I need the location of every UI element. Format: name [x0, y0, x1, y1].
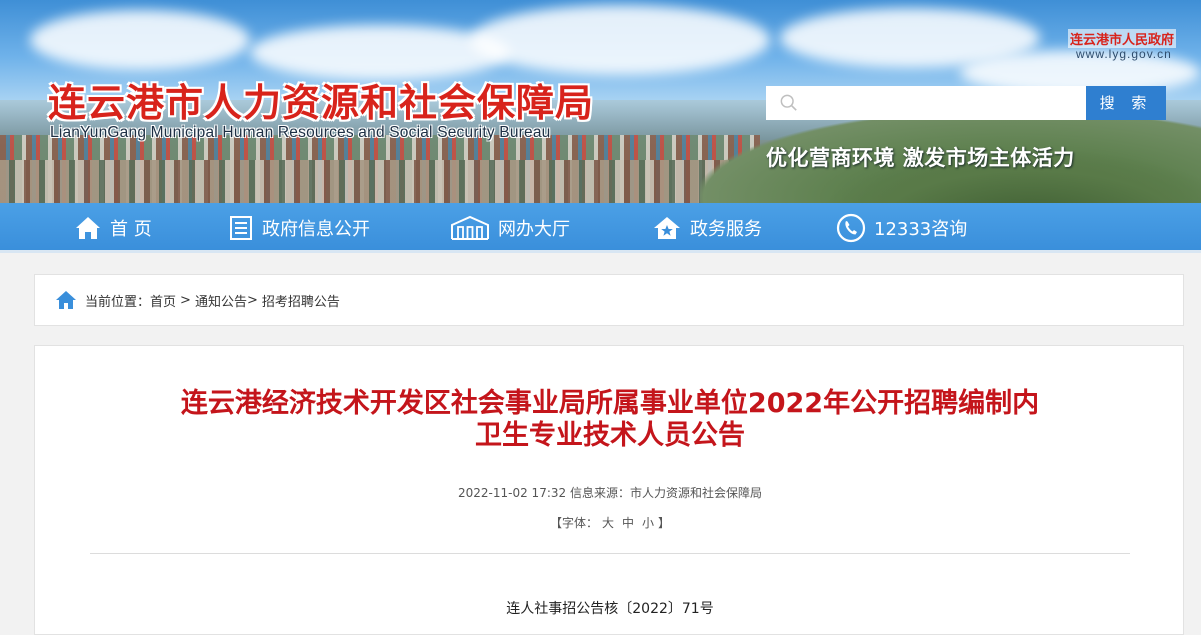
publish-date: 2022-11-02 17:32	[458, 486, 567, 500]
font-size-close: 】	[658, 516, 671, 530]
breadcrumb: 当前位置： 首页 > 通知公告 > 招考招聘公告	[34, 274, 1184, 326]
site-subtitle: LianYunGang Municipal Human Resources an…	[50, 124, 551, 141]
nav-label: 12333咨询	[874, 219, 968, 240]
font-size-small-button[interactable]: 小	[642, 516, 654, 530]
nav-item-hotline[interactable]: 12333咨询	[836, 203, 967, 253]
font-size-open: 【字体：	[549, 516, 598, 530]
document-number: 连人社事招公告核〔2022〕71号	[506, 601, 714, 617]
breadcrumb-separator: >	[180, 292, 191, 308]
search-icon	[780, 94, 797, 111]
nav-item-online-hall[interactable]: 网办大厅	[450, 203, 570, 253]
divider	[90, 553, 1130, 554]
nav-item-services[interactable]: 政务服务	[652, 203, 762, 253]
banner-cloud	[470, 5, 770, 75]
search-button[interactable]: 搜 索	[1086, 86, 1166, 120]
nav-label: 政府信息公开	[262, 219, 370, 240]
nav-item-gov-info[interactable]: 政府信息公开	[228, 203, 370, 253]
house-star-icon	[654, 217, 680, 239]
article-title-line: 连云港经济技术开发区社会事业局所属事业单位2022年公开招聘编制内	[180, 388, 1040, 419]
nav-label: 首 页	[110, 219, 152, 240]
source-value: 市人力资源和社会保障局	[629, 486, 762, 500]
breadcrumb-item-home[interactable]: 首页	[150, 291, 176, 310]
building-icon	[451, 215, 489, 240]
search-input[interactable]	[766, 86, 1086, 120]
nav-label: 政务服务	[690, 219, 762, 240]
gov-url[interactable]: www.lyg.gov.cn	[1076, 47, 1172, 61]
phone-icon	[836, 213, 866, 243]
slogan: 优化营商环境 激发市场主体活力	[766, 146, 1075, 170]
font-size-medium-button[interactable]: 中	[622, 516, 634, 530]
home-icon	[76, 217, 100, 239]
header-banner: 连云港市人力资源和社会保障局 LianYunGang Municipal Hum…	[0, 0, 1201, 203]
site-title: 连云港市人力资源和社会保障局	[48, 81, 595, 125]
article-panel: 连云港经济技术开发区社会事业局所属事业单位2022年公开招聘编制内 卫生专业技术…	[34, 345, 1184, 635]
gov-link[interactable]: 连云港市人民政府	[1068, 29, 1177, 48]
source-label: 信息来源：	[569, 486, 630, 500]
main-nav: 首 页 政府信息公开 网办大厅 政务服务 12333咨询	[0, 203, 1201, 253]
article-meta: 2022-11-02 17:32 信息来源：市人力资源和社会保障局	[35, 484, 1185, 501]
breadcrumb-separator: >	[246, 292, 258, 308]
nav-label: 网办大厅	[498, 219, 570, 240]
font-size-large-button[interactable]: 大	[602, 516, 614, 530]
article-title: 连云港经济技术开发区社会事业局所属事业单位2022年公开招聘编制内 卫生专业技术…	[95, 388, 1125, 452]
breadcrumb-item-recruitment[interactable]: 招考招聘公告	[262, 291, 340, 310]
article-title-line: 卫生专业技术人员公告	[475, 420, 745, 451]
breadcrumb-item-notices[interactable]: 通知公告	[195, 291, 247, 310]
home-icon	[56, 291, 76, 309]
banner-port-yard	[0, 160, 760, 203]
document-icon	[230, 216, 252, 240]
font-size-control: 【字体： 大中小】	[35, 514, 1185, 531]
banner-cloud	[30, 10, 250, 70]
nav-item-home[interactable]: 首 页	[74, 203, 152, 253]
breadcrumb-prefix: 当前位置：	[85, 294, 151, 310]
